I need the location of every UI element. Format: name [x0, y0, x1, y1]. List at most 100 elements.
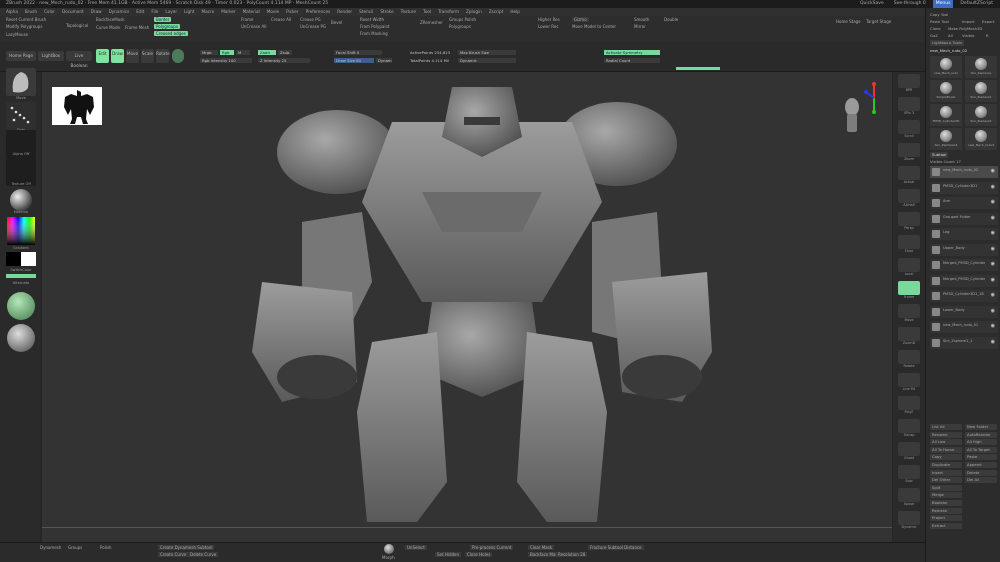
- unselect-button[interactable]: UnSelect: [405, 545, 427, 550]
- subtool-action-append[interactable]: Append: [965, 462, 997, 468]
- crease-all-button[interactable]: Crease All: [271, 17, 291, 22]
- polygroups-slider[interactable]: Polygroups: [449, 24, 471, 29]
- move-mode-button[interactable]: Move: [126, 49, 139, 63]
- subtool-row[interactable]: PM3D_Cylinder3D1_18 ◉: [930, 290, 998, 302]
- create-dynamesh-subtool-button[interactable]: Create Dynamesh Subtool: [158, 545, 215, 550]
- subtool-row[interactable]: PM3D_Cylinder3D1 ◉: [930, 181, 998, 194]
- export-button[interactable]: Export: [982, 19, 994, 24]
- tool-thumb[interactable]: new_Mech_rudo3: [965, 128, 997, 150]
- groups-polish-button[interactable]: Groups Polish: [449, 17, 476, 22]
- tool-thumb[interactable]: Sini_Zsphere2: [965, 104, 997, 126]
- subtool-action-all-to-home[interactable]: All To Home: [930, 446, 962, 453]
- visibility-eye-icon[interactable]: ◉: [991, 184, 995, 190]
- menu-dynamics[interactable]: Dynamics: [109, 8, 130, 16]
- modify-polygroups-button[interactable]: Modify Polygroups: [6, 24, 42, 29]
- subtool-action-rename[interactable]: Rename: [930, 431, 962, 438]
- gizmo-button[interactable]: Gizmo: [572, 17, 589, 22]
- delete-curve-button[interactable]: Delete Curve: [188, 552, 219, 557]
- focal-shift-slider[interactable]: Focal Shift 0: [334, 50, 382, 55]
- subtool-action-insert[interactable]: Insert: [930, 469, 962, 476]
- sculptris-pro-icon[interactable]: [7, 292, 35, 320]
- switchcolor-toggle[interactable]: [6, 274, 36, 278]
- visibility-eye-icon[interactable]: ◉: [991, 168, 995, 174]
- subtool-row[interactable]: Arm ◉: [930, 197, 998, 209]
- menu-help[interactable]: Help: [510, 8, 520, 16]
- subtool-action-all-low[interactable]: All Low: [930, 439, 962, 446]
- goz-button[interactable]: GoZ: [930, 33, 938, 38]
- fracture-subtool-distance-slider[interactable]: Fracture Subtool Distance: [588, 545, 644, 550]
- nav-polyf-icon[interactable]: [898, 396, 920, 410]
- menu-marker[interactable]: Marker: [221, 8, 235, 16]
- zadd-toggle[interactable]: Zadd: [258, 50, 276, 55]
- subtool-action-duplicate[interactable]: Duplicate: [930, 462, 962, 468]
- creased-edges-toggle[interactable]: Creased edges: [154, 31, 188, 36]
- backfacemask-button[interactable]: BackfaceMask: [96, 17, 125, 22]
- subtool-row[interactable]: Sini_Zsphere1_1 ◉: [930, 336, 998, 349]
- subtool-row[interactable]: new_Mech_rudo_01 ◉: [930, 321, 998, 333]
- clear-mask-button[interactable]: Clear Mask: [528, 545, 555, 550]
- mrgb-toggle[interactable]: Mrgb: [200, 50, 218, 55]
- move-model-center-button[interactable]: Move Model to Center: [572, 24, 616, 29]
- matcap-sphere-icon[interactable]: [7, 324, 35, 352]
- subtool-action-copy[interactable]: Copy: [930, 454, 962, 461]
- secondary-color-swatch[interactable]: [21, 252, 36, 266]
- tool-thumb[interactable]: SimpleBrush: [930, 80, 962, 102]
- menu-document[interactable]: Document: [62, 8, 84, 16]
- frame-button[interactable]: Frame: [241, 17, 253, 22]
- draw-mode-button[interactable]: Draw: [111, 49, 124, 63]
- menu-tool[interactable]: Tool: [423, 8, 431, 16]
- subtool-row[interactable]: Merged_PM3D_Cylinder3D1 ◉: [930, 259, 998, 271]
- dynamic-toggle[interactable]: Dynamic: [376, 58, 392, 63]
- visibility-eye-icon[interactable]: ◉: [991, 292, 995, 298]
- subtool-action-remesh[interactable]: Remesh: [930, 507, 962, 514]
- z-intensity-slider[interactable]: Z Intensity 25: [258, 58, 310, 63]
- copy-tool-button[interactable]: Copy Tool: [930, 12, 948, 17]
- close-holes-button[interactable]: Close Holes: [465, 552, 493, 557]
- frame-mesh-button[interactable]: Frame Mesh: [125, 25, 149, 30]
- menu-stencil[interactable]: Stencil: [359, 8, 373, 16]
- uncrease-all-button[interactable]: UnCrease All: [241, 24, 267, 29]
- nav-persp-icon[interactable]: [898, 212, 920, 226]
- menu-zscript[interactable]: Zscript: [489, 8, 504, 16]
- nav-zoomd-icon[interactable]: [898, 327, 920, 341]
- visibility-eye-icon[interactable]: ◉: [991, 339, 995, 345]
- nav-rotate-icon[interactable]: [898, 350, 920, 364]
- reset-current-brush-button[interactable]: Reset Current Brush: [6, 17, 46, 22]
- current-tool-name[interactable]: new_Mech_rudo_02: [930, 48, 967, 53]
- subtool-action-all-high[interactable]: All High: [965, 439, 997, 446]
- tool-thumb[interactable]: new_Mech_rudo: [930, 56, 962, 78]
- nav-scroll-icon[interactable]: [898, 120, 920, 134]
- menu-brush[interactable]: Brush: [25, 8, 37, 16]
- default-zscript-button[interactable]: DefaultZScript: [957, 0, 996, 8]
- nav-line-fill-icon[interactable]: [898, 373, 920, 387]
- stroke-thumbnail[interactable]: [6, 102, 36, 130]
- subtool-action-extract[interactable]: Extract: [930, 522, 962, 529]
- tool-thumb[interactable]: Sini_Zspheres4: [930, 128, 962, 150]
- curve-mode-button[interactable]: Curve Mode: [96, 25, 120, 30]
- dynamic-radius-toggle[interactable]: Dynamic: [458, 58, 516, 63]
- nav-transp-icon[interactable]: [898, 419, 920, 433]
- max-brush-size-slider[interactable]: Max Brush Size: [458, 50, 516, 55]
- menu-material[interactable]: Material: [243, 8, 260, 16]
- nav-spix-3-icon[interactable]: [898, 97, 920, 111]
- menu-picker[interactable]: Picker: [286, 8, 298, 16]
- topological-button[interactable]: Topological: [66, 23, 88, 28]
- morph-sphere-icon[interactable]: [384, 544, 394, 554]
- double-button[interactable]: Double: [664, 17, 678, 22]
- menus-toggle[interactable]: Menus: [932, 0, 954, 8]
- resolution-slider[interactable]: Resolution 28: [556, 552, 588, 557]
- mech-model[interactable]: [242, 82, 722, 522]
- menu-zplugin[interactable]: Zplugin: [466, 8, 482, 16]
- subtool-action-split[interactable]: Split: [930, 484, 962, 491]
- menu-macro[interactable]: Macro: [202, 8, 215, 16]
- visibility-eye-icon[interactable]: ◉: [991, 246, 995, 252]
- main-color-swatch[interactable]: [6, 252, 21, 266]
- visibility-eye-icon[interactable]: ◉: [991, 308, 995, 314]
- edit-mode-button[interactable]: Edit: [96, 49, 109, 63]
- border-toggle[interactable]: Border: [154, 17, 172, 22]
- polygroups-toggle[interactable]: Polygroups: [154, 24, 180, 29]
- quicksave-button[interactable]: QuickSave: [857, 0, 887, 8]
- brush-thumbnail[interactable]: [6, 68, 36, 96]
- visible-button[interactable]: Visible: [962, 33, 974, 38]
- tool-thumb[interactable]: Sini_Zspheres: [965, 56, 997, 78]
